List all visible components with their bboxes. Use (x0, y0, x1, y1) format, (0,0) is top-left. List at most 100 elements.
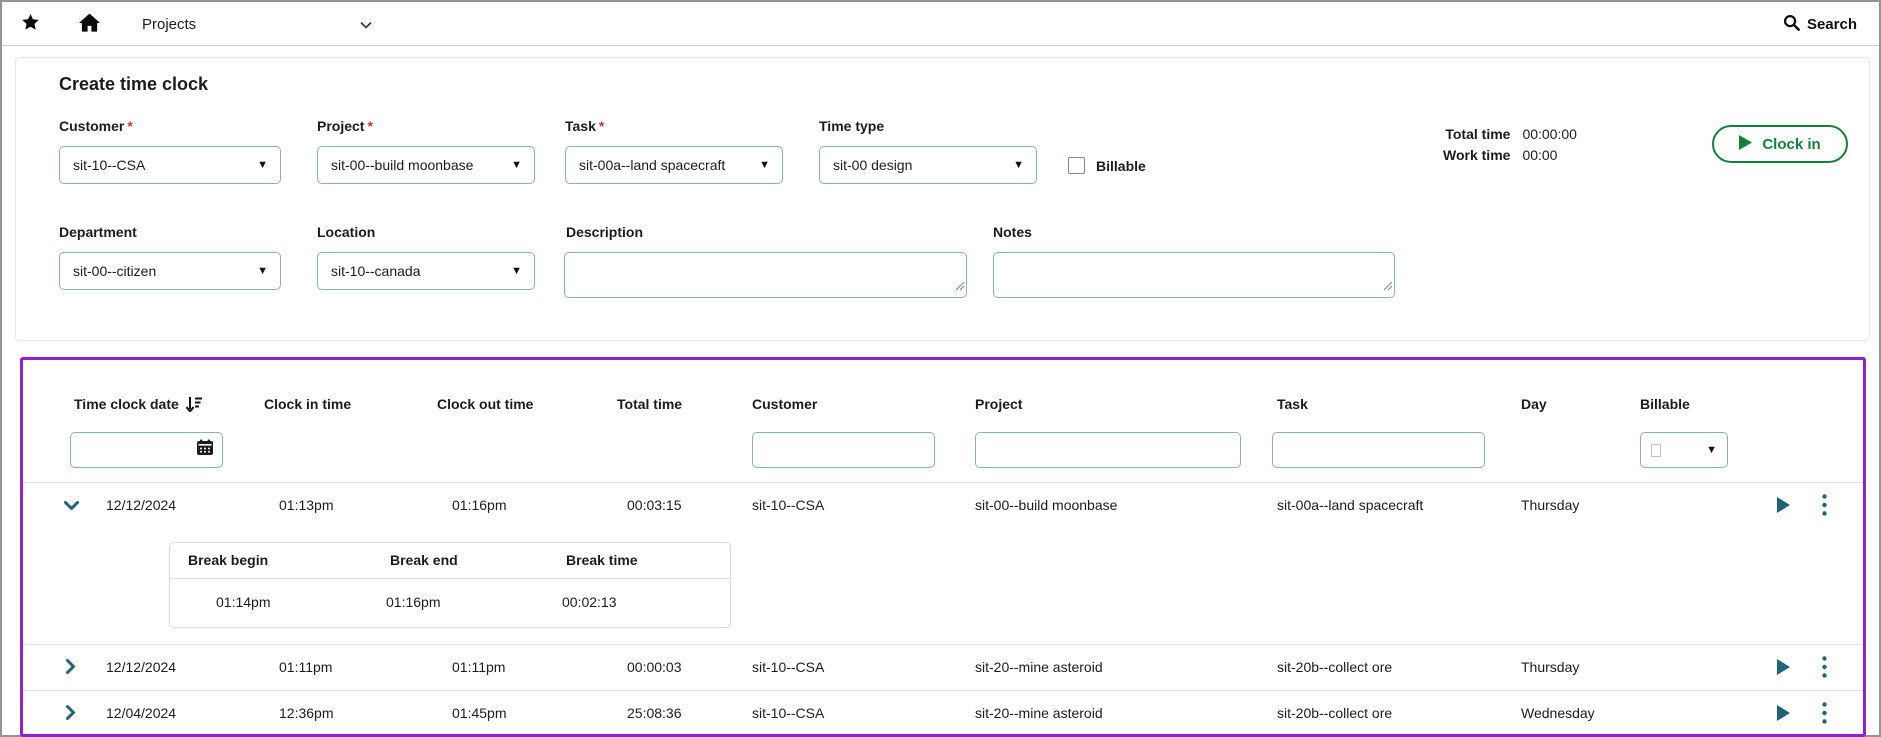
row-play-button[interactable] (1771, 702, 1795, 726)
break-end-header: Break end (390, 552, 458, 568)
task-select[interactable]: sit-00a--land spacecraft ▼ (565, 146, 783, 184)
department-select[interactable]: sit-00--citizen▼ (59, 252, 281, 290)
cell-customer: sit-10--CSA (752, 705, 824, 721)
chevron-right-icon (66, 705, 76, 723)
column-header-clock-out: Clock out time (437, 396, 533, 412)
break-time-value: 00:02:13 (562, 594, 617, 610)
date-filter-input[interactable] (70, 432, 223, 468)
clock-in-button[interactable]: Clock in (1712, 125, 1848, 163)
notes-label: Notes (993, 224, 1032, 240)
play-icon (1777, 497, 1790, 516)
app-window: Projects Search Create time clock Custom… (0, 0, 1881, 737)
work-time-value: 00:00 (1522, 147, 1577, 163)
row-menu-button[interactable] (1813, 654, 1835, 682)
row-menu-button[interactable] (1813, 492, 1835, 520)
cell-project: sit-20--mine asteroid (975, 705, 1103, 721)
column-header-day: Day (1521, 396, 1547, 412)
home-button[interactable] (74, 2, 104, 46)
chevron-down-icon (64, 499, 79, 514)
break-subtable: Break begin Break end Break time 01:14pm… (169, 542, 731, 628)
row-menu-button[interactable] (1813, 700, 1835, 728)
collapse-row-button[interactable] (61, 496, 81, 516)
time-type-select[interactable]: sit-00 design▼ (819, 146, 1037, 184)
row-play-button[interactable] (1771, 494, 1795, 518)
break-subtable-row: 01:14pm 01:16pm 00:02:13 (170, 579, 730, 627)
break-end-value: 01:16pm (386, 594, 440, 610)
customer-filter-input[interactable] (752, 432, 935, 468)
task-label: Task* (565, 118, 604, 134)
customer-label: Customer* (59, 118, 133, 134)
column-header-date: Time clock date (74, 396, 203, 416)
cell-task: sit-20b--collect ore (1277, 705, 1392, 721)
expand-row-button[interactable] (61, 658, 81, 678)
project-filter-input[interactable] (975, 432, 1241, 468)
time-totals: Total time 00:00:00 Work time 00:00 (1443, 126, 1577, 163)
caret-down-icon: ▼ (511, 265, 522, 277)
task-select-value: sit-00a--land spacecraft (579, 157, 725, 173)
nav-menu-select[interactable]: Projects (132, 8, 382, 40)
break-begin-header: Break begin (188, 552, 268, 568)
cell-total: 25:08:36 (627, 705, 682, 721)
cell-date: 12/12/2024 (106, 659, 176, 675)
cell-clock-out: 01:45pm (452, 705, 506, 721)
billable-checkbox-label: Billable (1096, 158, 1146, 174)
cell-day: Thursday (1521, 659, 1579, 675)
location-label: Location (317, 224, 375, 240)
table-row[interactable]: 12/04/2024 12:36pm 01:45pm 25:08:36 sit-… (23, 690, 1863, 736)
caret-down-icon: ▼ (1706, 444, 1717, 456)
table-row[interactable]: 12/12/2024 01:13pm 01:16pm 00:03:15 sit-… (23, 482, 1863, 528)
create-time-clock-section: Create time clock Customer* Project* Tas… (15, 57, 1870, 341)
column-header-project: Project (975, 396, 1022, 412)
calendar-icon[interactable] (196, 439, 214, 461)
table-row[interactable]: 12/12/2024 01:11pm 01:11pm 00:00:03 sit-… (23, 644, 1863, 690)
cell-day: Thursday (1521, 497, 1579, 513)
caret-down-icon: ▼ (511, 159, 522, 171)
column-header-task: Task (1277, 396, 1308, 412)
cell-total: 00:00:03 (627, 659, 682, 675)
search-button[interactable]: Search (1783, 2, 1857, 46)
break-begin-value: 01:14pm (216, 594, 270, 610)
cell-date: 12/12/2024 (106, 497, 176, 513)
notes-textarea[interactable] (993, 252, 1395, 298)
search-label: Search (1807, 16, 1857, 33)
time-type-select-value: sit-00 design (833, 157, 912, 173)
break-subtable-header: Break begin Break end Break time (170, 543, 730, 579)
task-filter-input[interactable] (1272, 432, 1485, 468)
row-play-button[interactable] (1771, 656, 1795, 680)
cell-task: sit-20b--collect ore (1277, 659, 1392, 675)
column-header-total: Total time (617, 396, 682, 412)
cell-clock-out: 01:11pm (452, 659, 505, 675)
nav-menu-value: Projects (142, 16, 196, 33)
play-icon (1777, 705, 1790, 724)
location-select[interactable]: sit-10--canada ▼ (317, 252, 535, 290)
cell-project: sit-20--mine asteroid (975, 659, 1103, 675)
total-time-value: 00:00:00 (1522, 126, 1577, 142)
billable-checkbox[interactable] (1068, 157, 1085, 174)
clock-in-label: Clock in (1762, 136, 1820, 153)
sort-descending-icon[interactable] (185, 396, 203, 416)
customer-select[interactable]: sit-10--CSA▼ (59, 146, 281, 184)
billable-filter-select[interactable]: ▼ (1640, 432, 1728, 468)
caret-down-icon: ▼ (257, 265, 268, 277)
cell-customer: sit-10--CSA (752, 659, 824, 675)
project-select[interactable]: sit-00--build moonbase▼ (317, 146, 535, 184)
page-title: Create time clock (59, 74, 208, 95)
location-select-value: sit-10--canada (331, 263, 421, 279)
total-time-label: Total time (1443, 126, 1510, 142)
cell-customer: sit-10--CSA (752, 497, 824, 513)
play-icon (1739, 135, 1752, 154)
caret-down-icon: ▼ (759, 159, 770, 171)
cell-task: sit-00a--land spacecraft (1277, 497, 1423, 513)
chevron-right-icon (66, 659, 76, 677)
play-icon (1777, 659, 1790, 678)
favorites-button[interactable] (16, 2, 44, 46)
cell-day: Wednesday (1521, 705, 1595, 721)
chevron-down-icon (360, 16, 372, 33)
kebab-menu-icon (1822, 702, 1827, 727)
empty-checkbox-icon (1651, 444, 1661, 457)
break-time-header: Break time (566, 552, 638, 568)
cell-clock-out: 01:16pm (452, 497, 506, 513)
department-label: Department (59, 224, 137, 240)
description-textarea[interactable] (564, 252, 967, 298)
expand-row-button[interactable] (61, 704, 81, 724)
